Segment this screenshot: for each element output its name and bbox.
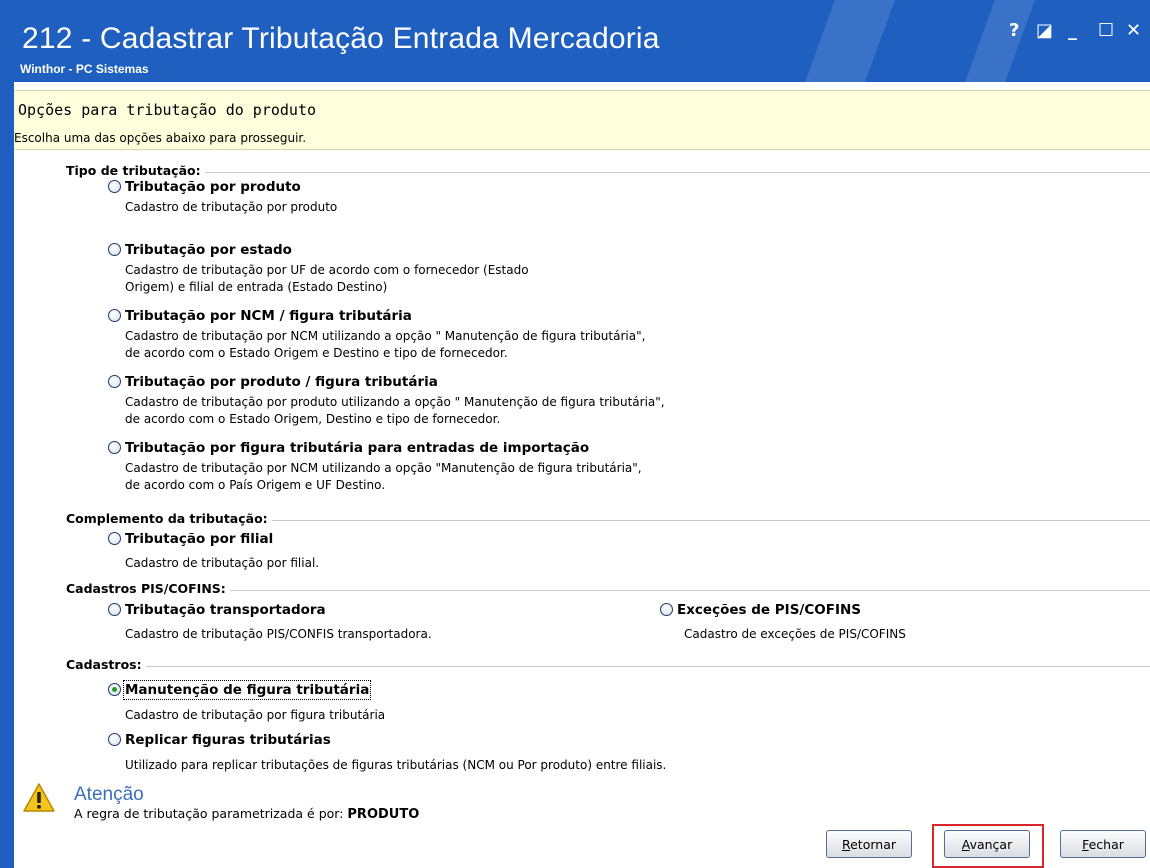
button-accelerator: R bbox=[841, 837, 851, 852]
radio-button[interactable] bbox=[108, 441, 121, 454]
radio-manutencao-figura[interactable]: Manutenção de figura tributária bbox=[108, 680, 372, 700]
option-label: Tributação por produto bbox=[125, 179, 301, 195]
radio-tributacao-filial[interactable]: Tributação por filial bbox=[108, 531, 273, 547]
dialog-content: Opções para tributação do produto Escolh… bbox=[14, 82, 1150, 868]
button-label: vançar bbox=[969, 837, 1013, 852]
option-description: Cadastro de tributação por produto bbox=[125, 200, 338, 214]
option-description: Cadastro de tributação por UF de acordo … bbox=[125, 263, 529, 294]
option-description: Cadastro de tributação por NCM utilizand… bbox=[125, 461, 642, 492]
retornar-button[interactable]: Retornar bbox=[826, 830, 912, 858]
restore-icon[interactable]: ◪ bbox=[1036, 20, 1053, 42]
radio-button[interactable] bbox=[108, 603, 121, 616]
attention-message: A regra de tributação parametrizada é po… bbox=[74, 806, 419, 822]
banner-subheading: Escolha uma das opções abaixo para pross… bbox=[14, 131, 307, 145]
minimize-icon[interactable]: _ bbox=[1068, 20, 1077, 42]
radio-button[interactable] bbox=[108, 733, 121, 746]
option-label: Tributação por estado bbox=[125, 242, 292, 258]
banner-heading: Opções para tributação do produto bbox=[18, 101, 317, 119]
button-label: etornar bbox=[850, 837, 896, 852]
window-titlebar: 212 - Cadastrar Tributação Entrada Merca… bbox=[0, 0, 1150, 82]
radio-button[interactable] bbox=[108, 375, 121, 388]
maximize-icon[interactable]: ☐ bbox=[1098, 20, 1114, 42]
attention-title: Atenção bbox=[74, 784, 144, 805]
fechar-button[interactable]: Fechar bbox=[1060, 830, 1146, 858]
option-description: Cadastro de exceções de PIS/COFINS bbox=[684, 627, 906, 641]
radio-tributacao-produto[interactable]: Tributação por produto bbox=[108, 179, 301, 195]
option-description: Cadastro de tributação por produto utili… bbox=[125, 395, 665, 426]
avancar-button[interactable]: Avançar bbox=[944, 830, 1030, 858]
titlebar-decoration bbox=[805, 0, 895, 82]
header-banner: Opções para tributação do produto Escolh… bbox=[14, 90, 1150, 150]
option-description: Cadastro de tributação por filial. bbox=[125, 556, 320, 570]
option-label: Replicar figuras tributárias bbox=[125, 732, 331, 748]
option-description: Utilizado para replicar tributações de f… bbox=[125, 758, 667, 772]
button-accelerator: A bbox=[961, 837, 970, 852]
option-label: Tributação por produto / figura tributár… bbox=[125, 374, 438, 390]
group-title-pis: Cadastros PIS/COFINS: bbox=[66, 581, 230, 596]
window-title: 212 - Cadastrar Tributação Entrada Merca… bbox=[22, 22, 660, 55]
radio-tributacao-importacao[interactable]: Tributação por figura tributária para en… bbox=[108, 440, 589, 456]
radio-tributacao-ncm[interactable]: Tributação por NCM / figura tributária bbox=[108, 308, 412, 324]
window-subtitle: Winthor - PC Sistemas bbox=[20, 62, 149, 76]
window-frame bbox=[0, 82, 14, 868]
radio-button[interactable] bbox=[108, 532, 121, 545]
group-title-complemento: Complemento da tributação: bbox=[66, 511, 272, 526]
radio-tributacao-produto-figura[interactable]: Tributação por produto / figura tributár… bbox=[108, 374, 438, 390]
radio-button[interactable] bbox=[108, 309, 121, 322]
option-description: Cadastro de tributação PIS/CONFIS transp… bbox=[125, 627, 432, 641]
option-label: Manutenção de figura tributária bbox=[122, 680, 372, 700]
radio-tributacao-transportadora[interactable]: Tributação transportadora bbox=[108, 602, 326, 618]
group-title-cadastros: Cadastros: bbox=[66, 657, 146, 672]
button-label: echar bbox=[1088, 837, 1124, 852]
radio-tributacao-estado[interactable]: Tributação por estado bbox=[108, 242, 292, 258]
close-icon[interactable]: ✕ bbox=[1126, 20, 1141, 42]
help-icon[interactable]: ? bbox=[1009, 20, 1019, 42]
radio-button[interactable] bbox=[108, 243, 121, 256]
group-divider bbox=[66, 172, 1150, 173]
option-label: Tributação por filial bbox=[125, 531, 274, 547]
radio-button[interactable] bbox=[660, 603, 673, 616]
radio-replicar-figuras[interactable]: Replicar figuras tributárias bbox=[108, 732, 331, 748]
warning-icon bbox=[23, 783, 55, 812]
option-label: Tributação transportadora bbox=[125, 602, 326, 618]
option-description: Cadastro de tributação por figura tribut… bbox=[125, 708, 386, 722]
option-label: Exceções de PIS/COFINS bbox=[677, 602, 861, 618]
option-label: Tributação por figura tributária para en… bbox=[125, 440, 590, 456]
group-divider bbox=[66, 666, 1150, 667]
option-label: Tributação por NCM / figura tributária bbox=[125, 308, 412, 324]
group-title-tipo: Tipo de tributação: bbox=[66, 163, 205, 178]
option-description: Cadastro de tributação por NCM utilizand… bbox=[125, 329, 646, 360]
attention-text: A regra de tributação parametrizada é po… bbox=[74, 806, 344, 821]
attention-value: PRODUTO bbox=[347, 807, 420, 822]
radio-excecoes-pis-cofins[interactable]: Exceções de PIS/COFINS bbox=[660, 602, 861, 618]
radio-button-selected[interactable] bbox=[108, 683, 121, 696]
radio-button[interactable] bbox=[108, 180, 121, 193]
titlebar-decoration bbox=[965, 0, 1035, 82]
